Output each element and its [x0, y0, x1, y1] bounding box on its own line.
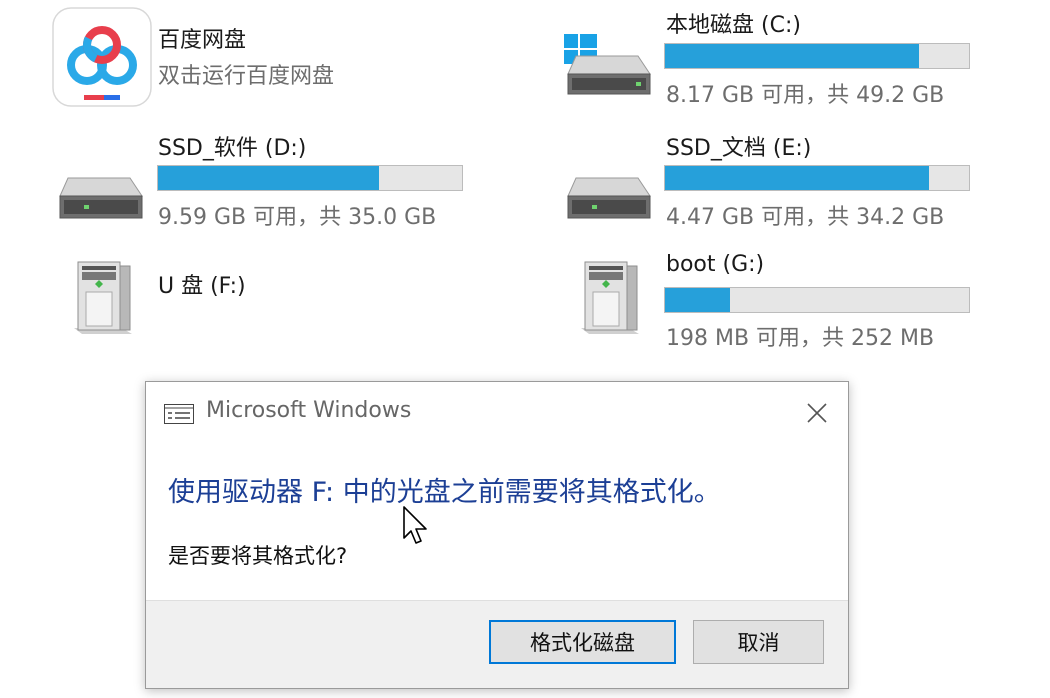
- drive-name: SSD_文档 (E:): [666, 136, 812, 161]
- usage-bar-fill: [665, 166, 930, 190]
- drive-name: U 盘 (F:): [158, 274, 246, 299]
- usage-bar: [664, 43, 970, 69]
- usage-bar-fill: [665, 44, 919, 68]
- app-name: 百度网盘: [158, 28, 247, 53]
- format-disk-dialog: Microsoft Windows 使用驱动器 F: 中的光盘之前需要将其格式化…: [145, 381, 849, 689]
- hard-drive-icon: [56, 174, 146, 222]
- format-disk-button[interactable]: 格式化磁盘: [489, 620, 676, 664]
- drive-name: SSD_软件 (D:): [158, 136, 307, 161]
- usage-bar-fill: [665, 288, 731, 312]
- usage-bar: [157, 165, 463, 191]
- hard-drive-icon: [564, 174, 654, 222]
- drive-name: 本地磁盘 (C:): [666, 13, 801, 38]
- usage-bar: [664, 165, 970, 191]
- close-icon[interactable]: [804, 400, 830, 426]
- usage-bar-fill: [158, 166, 379, 190]
- removable-drive-icon: [577, 258, 643, 336]
- dialog-question: 是否要将其格式化?: [168, 544, 348, 568]
- dialog-title: Microsoft Windows: [206, 398, 412, 423]
- drive-usage: 4.47 GB 可用，共 34.2 GB: [666, 205, 945, 230]
- drive-usage: 9.59 GB 可用，共 35.0 GB: [158, 205, 437, 230]
- cancel-button[interactable]: 取消: [693, 620, 824, 664]
- drive-usage: 8.17 GB 可用，共 49.2 GB: [666, 83, 945, 108]
- usage-bar: [664, 287, 970, 313]
- dialog-message: 使用驱动器 F: 中的光盘之前需要将其格式化。: [168, 477, 721, 508]
- dialog-footer: 格式化磁盘 取消: [146, 600, 848, 688]
- drive-name: boot (G:): [666, 252, 765, 277]
- baidu-netdisk-icon: [52, 7, 152, 107]
- app-subtitle: 双击运行百度网盘: [158, 64, 335, 89]
- dialog-titlebar[interactable]: Microsoft Windows: [146, 382, 848, 444]
- windows-system-drive-icon: [562, 31, 654, 98]
- mouse-cursor-icon: [402, 506, 428, 550]
- removable-drive-icon: [70, 258, 136, 336]
- drive-usage: 198 MB 可用，共 252 MB: [666, 326, 935, 351]
- dialog-app-icon: [164, 404, 194, 428]
